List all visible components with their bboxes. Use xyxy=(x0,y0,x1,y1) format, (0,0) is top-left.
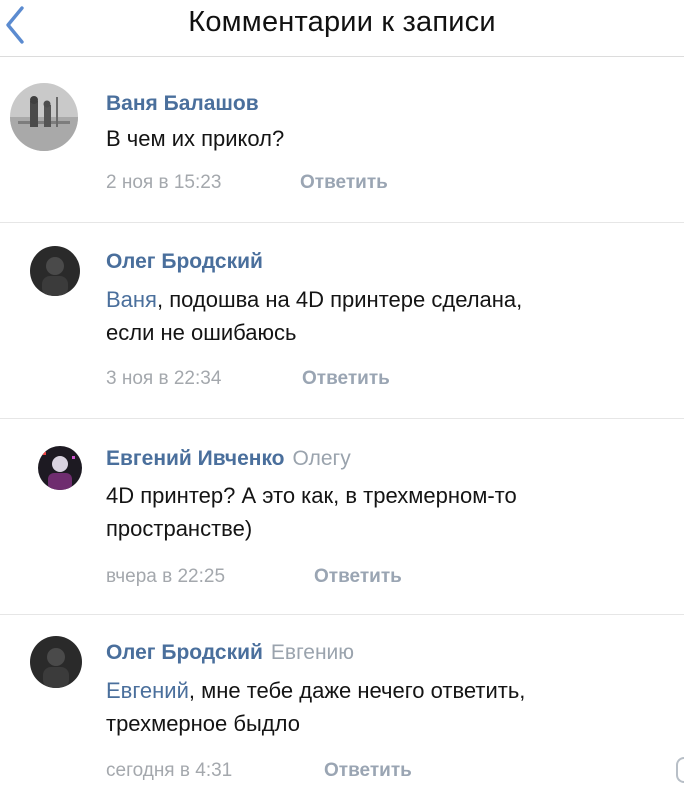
divider xyxy=(0,418,684,419)
reply-button[interactable]: Ответить xyxy=(314,566,402,588)
comment-author[interactable]: Ваня Балашов xyxy=(106,92,259,116)
reply-to-label[interactable]: Евгению xyxy=(271,641,354,664)
reply-button[interactable]: Ответить xyxy=(324,760,412,782)
reply-button[interactable]: Ответить xyxy=(302,368,390,390)
comment-timestamp: сегодня в 4:31 xyxy=(106,760,233,781)
reply-button[interactable]: Ответить xyxy=(300,172,388,194)
divider xyxy=(0,614,684,615)
scroll-edge-icon xyxy=(676,757,684,783)
page-title: Комментарии к записи xyxy=(188,6,496,38)
reply-to-label[interactable]: Олегу xyxy=(293,447,351,470)
comment-author[interactable]: Олег Бродский Евгению xyxy=(106,641,354,665)
comment-text: Евгений, мне тебе даже нечего ответить, … xyxy=(106,678,526,736)
comment-timestamp: 3 ноя в 22:34 xyxy=(106,368,222,389)
comment-author[interactable]: Олег Бродский xyxy=(106,250,263,274)
comment-timestamp: 2 ноя в 15:23 xyxy=(106,172,222,193)
mention-link[interactable]: Евгений xyxy=(106,678,189,703)
avatar[interactable] xyxy=(30,246,80,296)
avatar[interactable] xyxy=(10,83,78,151)
top-bar: Комментарии к записи xyxy=(0,0,684,57)
divider xyxy=(0,222,684,223)
avatar[interactable] xyxy=(30,636,82,688)
comment-author[interactable]: Евгений Ивченко Олегу xyxy=(106,447,351,471)
avatar[interactable] xyxy=(38,446,82,490)
comment-text: 4D принтер? А это как, в трехмерном-то п… xyxy=(106,483,517,541)
comment-timestamp: вчера в 22:25 xyxy=(106,566,226,587)
mention-link[interactable]: Ваня xyxy=(106,287,157,312)
comment-text: В чем их прикол? xyxy=(106,126,285,151)
comment-text: Ваня, подошва на 4D принтере сделана, ес… xyxy=(106,287,523,345)
